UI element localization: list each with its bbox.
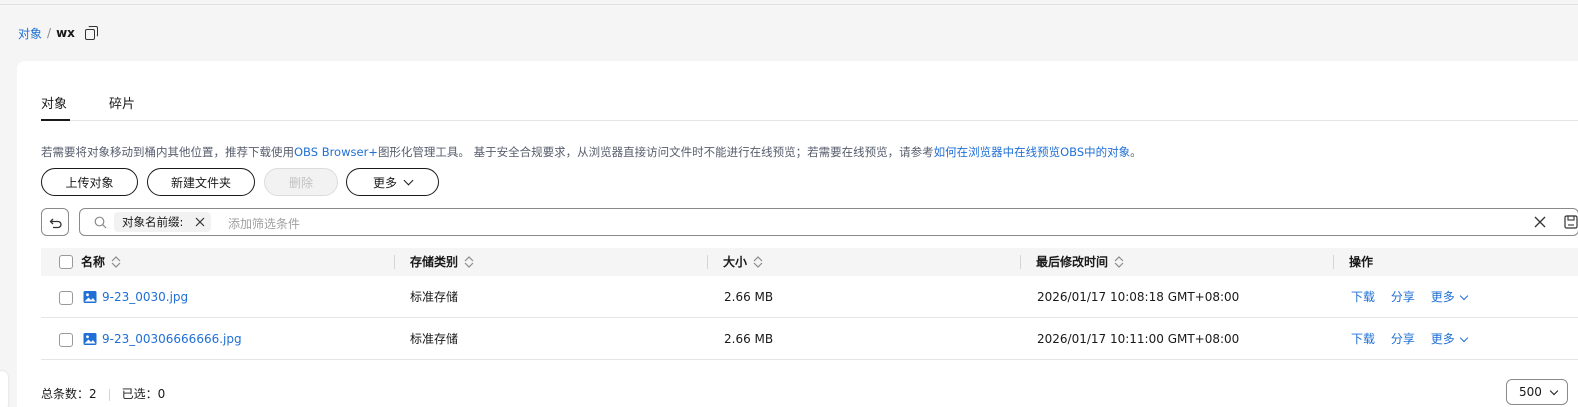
cell-size: 2.66 MB (724, 290, 774, 304)
search-icon (94, 216, 107, 229)
copy-icon[interactable] (84, 26, 99, 40)
selected-count: 0 (157, 387, 166, 401)
cell-actions: 下载 分享 更多 (1351, 318, 1468, 360)
select-all-checkbox[interactable] (59, 255, 73, 269)
footer-summary: 总条数：2 已选：0 (41, 385, 165, 402)
chevron-down-icon (1549, 386, 1559, 396)
filter-chip-label: 对象名前缀: (122, 215, 184, 229)
save-icon[interactable] (1564, 215, 1578, 229)
page-size-select[interactable]: 500 (1506, 379, 1568, 405)
close-icon[interactable] (195, 217, 205, 227)
more-button[interactable]: 更多 (346, 168, 439, 196)
breadcrumb-current: wx (56, 26, 75, 40)
objects-panel: 对象 碎片 若需要将对象移动到桶内其他位置，推荐下载使用OBS Browser+… (17, 61, 1578, 407)
notice-part1: 若需要将对象移动到桶内其他位置，推荐下载使用 (41, 145, 294, 159)
selected-label: 已选： (121, 387, 158, 401)
image-file-icon (83, 333, 97, 345)
column-modified-label: 最后修改时间 (1036, 255, 1109, 269)
notice-part3: 。 (1130, 145, 1142, 159)
more-button-label: 更多 (372, 175, 397, 190)
upload-object-button[interactable]: 上传对象 (41, 168, 138, 196)
download-link[interactable]: 下载 (1351, 290, 1375, 304)
page-size-value: 500 (1519, 385, 1542, 399)
chevron-down-icon (1459, 333, 1468, 342)
object-name-link[interactable]: 9-23_0030.jpg (83, 276, 188, 318)
row-checkbox[interactable] (59, 333, 73, 347)
chevron-down-icon (403, 175, 414, 185)
download-link[interactable]: 下载 (1351, 332, 1375, 346)
share-link[interactable]: 分享 (1391, 290, 1415, 304)
sort-icon[interactable] (464, 255, 474, 269)
filter-placeholder[interactable]: 添加筛选条件 (228, 215, 300, 232)
column-size[interactable]: 大小 (723, 248, 763, 276)
column-name[interactable]: 名称 (81, 248, 121, 276)
table-row: 9-23_0030.jpg 标准存储 2.66 MB 2026/01/17 10… (41, 276, 1578, 318)
cell-size: 2.66 MB (724, 332, 774, 346)
footer-divider (108, 388, 110, 401)
total-count: 2 (89, 387, 97, 401)
undo-icon (49, 218, 62, 229)
row-more-menu[interactable]: 更多 (1430, 276, 1468, 318)
obs-browser-link[interactable]: OBS Browser+ (294, 145, 378, 159)
tab-fragments[interactable]: 碎片 (109, 93, 135, 120)
sort-icon[interactable] (111, 255, 121, 269)
filter-chip-prefix: 对象名前缀: (114, 212, 212, 232)
breadcrumb-separator: / (47, 26, 52, 40)
column-size-label: 大小 (723, 255, 748, 269)
row-checkbox[interactable] (59, 291, 73, 305)
sort-icon[interactable] (753, 255, 763, 269)
row-more-label: 更多 (1430, 290, 1455, 304)
object-name: 9-23_00306666666.jpg (102, 332, 242, 346)
object-name: 9-23_0030.jpg (102, 290, 189, 304)
notice-text: 若需要将对象移动到桶内其他位置，推荐下载使用OBS Browser+图形化管理工… (41, 144, 1142, 160)
new-folder-button[interactable]: 新建文件夹 (147, 168, 255, 196)
column-storage-label: 存储类别 (410, 255, 459, 269)
notice-part2: 图形化管理工具。 基于安全合规要求，从浏览器直接访问文件时不能进行在线预览；若需… (377, 145, 934, 159)
share-link[interactable]: 分享 (1391, 332, 1415, 346)
cell-last-modified: 2026/01/17 10:08:18 GMT+08:00 (1037, 290, 1240, 304)
cell-name: 9-23_00306666666.jpg (83, 318, 242, 360)
cell-last-modified: 2026/01/17 10:11:00 GMT+08:00 (1037, 332, 1240, 346)
delete-button[interactable]: 删除 (264, 168, 338, 196)
cell-storage-class: 标准存储 (410, 290, 459, 304)
tab-objects[interactable]: 对象 (41, 93, 71, 121)
table-row: 9-23_00306666666.jpg 标准存储 2.66 MB 2026/0… (41, 318, 1578, 360)
column-separator[interactable] (707, 255, 708, 269)
column-separator[interactable] (1333, 255, 1334, 269)
clear-icon[interactable] (1534, 216, 1546, 228)
breadcrumb: 对象 / wx (18, 24, 99, 42)
side-panel-handle[interactable] (0, 371, 8, 407)
reset-button[interactable] (41, 208, 69, 236)
object-name-link[interactable]: 9-23_00306666666.jpg (83, 318, 242, 360)
chevron-down-icon (1459, 291, 1468, 300)
row-more-label: 更多 (1430, 332, 1455, 346)
cell-actions: 下载 分享 更多 (1351, 276, 1468, 318)
cell-storage-class: 标准存储 (410, 332, 459, 346)
online-preview-help-link[interactable]: 如何在浏览器中在线预览OBS中的对象 (934, 145, 1131, 159)
column-separator[interactable] (1020, 255, 1021, 269)
column-actions: 操作 (1349, 255, 1374, 269)
sort-icon[interactable] (1114, 255, 1124, 269)
image-file-icon (83, 291, 97, 303)
column-storage-class[interactable]: 存储类别 (410, 248, 474, 276)
total-label: 总条数： (41, 387, 90, 401)
column-last-modified[interactable]: 最后修改时间 (1036, 248, 1124, 276)
tab-bar: 对象 碎片 (41, 93, 1578, 121)
column-name-label: 名称 (81, 255, 106, 269)
row-more-menu[interactable]: 更多 (1430, 318, 1468, 360)
table-header: 名称 存储类别 大小 最后修改时间 操作 (41, 248, 1578, 276)
filter-search-bar[interactable]: 对象名前缀: 添加筛选条件 (79, 208, 1578, 236)
top-divider (0, 4, 1578, 5)
cell-name: 9-23_0030.jpg (83, 276, 188, 318)
breadcrumb-root-link[interactable]: 对象 (18, 25, 42, 42)
column-separator[interactable] (394, 255, 395, 269)
